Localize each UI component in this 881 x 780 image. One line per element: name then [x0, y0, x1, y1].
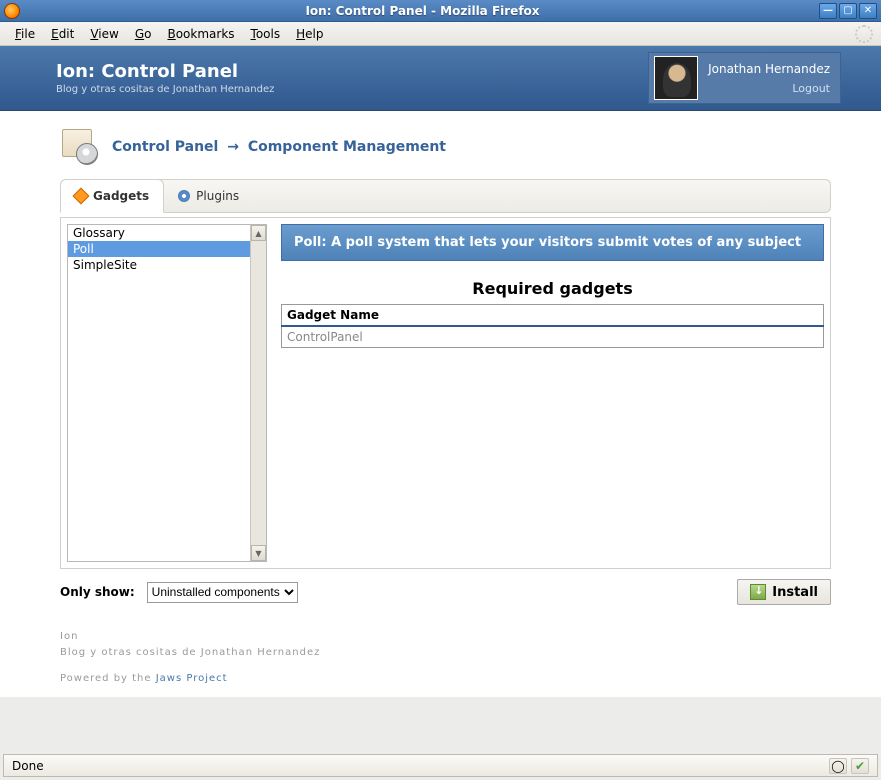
- table-cell: ControlPanel: [282, 326, 824, 348]
- required-table: Gadget Name ControlPanel: [281, 304, 824, 348]
- browser-statusbar: Done ◯ ✔: [3, 754, 878, 777]
- menu-tools[interactable]: Tools: [244, 25, 288, 43]
- menu-go[interactable]: Go: [128, 25, 159, 43]
- tab-plugins-label: Plugins: [196, 189, 239, 203]
- description-banner: Poll: A poll system that lets your visit…: [281, 224, 824, 261]
- tab-gadgets-label: Gadgets: [93, 189, 149, 203]
- browser-menubar: File Edit View Go Bookmarks Tools Help: [0, 22, 881, 46]
- breadcrumb-root[interactable]: Control Panel: [112, 139, 218, 155]
- menu-bookmarks[interactable]: Bookmarks: [160, 25, 241, 43]
- gear-icon: [178, 190, 190, 202]
- install-icon: [750, 584, 766, 600]
- filter-select[interactable]: Uninstalled components: [147, 582, 298, 603]
- component-listbox: GlossaryPollSimpleSite ▲ ▼: [67, 224, 267, 562]
- page-footer: Ion Blog y otras cositas de Jonathan Her…: [60, 629, 831, 687]
- component-list[interactable]: GlossaryPollSimpleSite: [68, 225, 250, 561]
- menu-edit[interactable]: Edit: [44, 25, 81, 43]
- firefox-icon: [4, 3, 20, 19]
- tab-gadgets[interactable]: Gadgets: [60, 179, 164, 213]
- footer-line2: Blog y otras cositas de Jonathan Hernand…: [60, 645, 831, 661]
- required-table-header: Gadget Name: [282, 305, 824, 327]
- table-row: ControlPanel: [282, 326, 824, 348]
- install-button-label: Install: [772, 585, 818, 600]
- menu-view[interactable]: View: [83, 25, 125, 43]
- window-buttons: — ▢ ✕: [819, 3, 877, 19]
- jaws-project-link[interactable]: Jaws Project: [156, 673, 228, 684]
- app-header: Ion: Control Panel Blog y otras cositas …: [0, 46, 881, 111]
- list-item[interactable]: Glossary: [68, 225, 250, 241]
- throbber-icon: [855, 25, 873, 43]
- status-cookie-icon[interactable]: ◯: [829, 758, 847, 774]
- detail-pane: Poll: A poll system that lets your visit…: [281, 224, 824, 562]
- scroll-down-button[interactable]: ▼: [251, 545, 266, 561]
- logout-link[interactable]: Logout: [708, 82, 830, 95]
- component-icon: [60, 129, 98, 165]
- menu-file[interactable]: File: [8, 25, 42, 43]
- tab-bar: Gadgets Plugins: [60, 179, 831, 213]
- close-button[interactable]: ✕: [859, 3, 877, 19]
- list-item[interactable]: Poll: [68, 241, 250, 257]
- breadcrumb-arrow: →: [227, 139, 239, 155]
- list-item[interactable]: SimpleSite: [68, 257, 250, 273]
- only-show-label: Only show:: [60, 585, 135, 599]
- page-subtitle: Blog y otras cositas de Jonathan Hernand…: [56, 84, 648, 95]
- install-button[interactable]: Install: [737, 579, 831, 605]
- status-security-icon[interactable]: ✔: [851, 758, 869, 774]
- window-titlebar: Ion: Control Panel - Mozilla Firefox — ▢…: [0, 0, 881, 22]
- user-name: Jonathan Hernandez: [708, 62, 830, 76]
- user-box: Jonathan Hernandez Logout: [648, 52, 841, 104]
- menu-help[interactable]: Help: [289, 25, 330, 43]
- scroll-track[interactable]: [251, 241, 266, 545]
- tab-plugins[interactable]: Plugins: [164, 180, 253, 212]
- status-text: Done: [12, 759, 44, 773]
- content-area: Control Panel → Component Management Gad…: [0, 111, 881, 697]
- maximize-button[interactable]: ▢: [839, 3, 857, 19]
- diamond-icon: [73, 188, 90, 205]
- breadcrumb: Control Panel → Component Management: [60, 129, 831, 165]
- minimize-button[interactable]: —: [819, 3, 837, 19]
- footer-line1: Ion: [60, 629, 831, 645]
- avatar: [654, 56, 698, 100]
- listbox-scrollbar: ▲ ▼: [250, 225, 266, 561]
- window-title: Ion: Control Panel - Mozilla Firefox: [26, 4, 819, 18]
- breadcrumb-current[interactable]: Component Management: [248, 139, 446, 155]
- powered-by-prefix: Powered by the: [60, 673, 156, 684]
- page-title: Ion: Control Panel: [56, 61, 648, 82]
- scroll-up-button[interactable]: ▲: [251, 225, 266, 241]
- required-heading: Required gadgets: [281, 279, 824, 298]
- filter-controls: Only show: Uninstalled components Instal…: [60, 579, 831, 605]
- main-panel: GlossaryPollSimpleSite ▲ ▼ Poll: A poll …: [60, 217, 831, 569]
